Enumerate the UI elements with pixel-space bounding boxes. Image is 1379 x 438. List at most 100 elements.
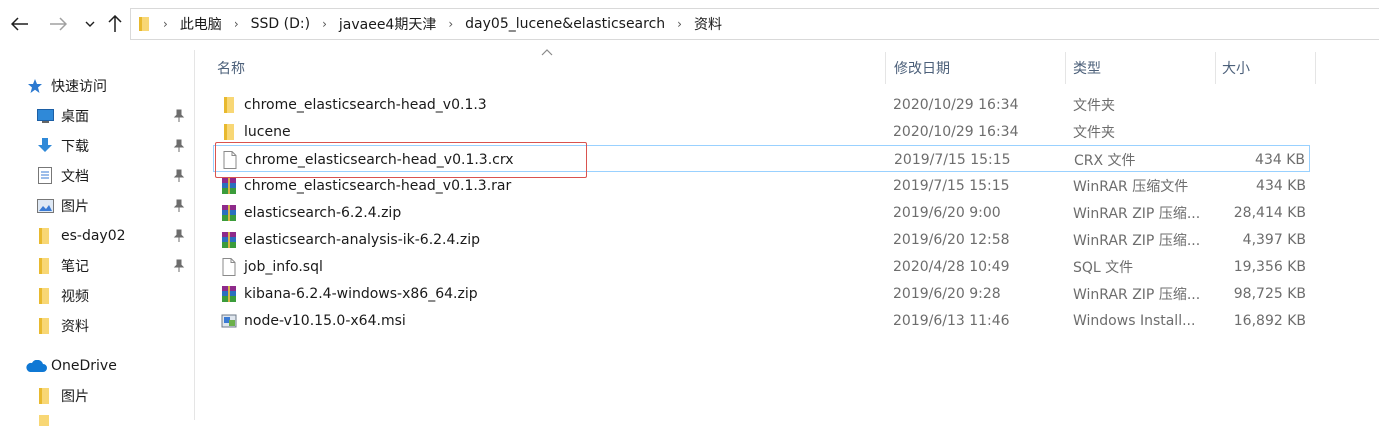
folder-icon	[39, 228, 49, 244]
file-date: 2019/6/13 11:46	[893, 312, 1010, 329]
file-type: Windows Install...	[1073, 312, 1196, 329]
folder-icon	[39, 288, 49, 304]
sidebar-item-partial[interactable]	[0, 410, 195, 438]
column-headers: 名称 修改日期 类型 大小	[196, 52, 1379, 84]
sidebar-item-label: 笔记	[61, 259, 89, 275]
sidebar-item-label: 快速访问	[51, 79, 107, 95]
file-row[interactable]: node-v10.15.0-x64.msi 2019/6/13 11:46 Wi…	[213, 307, 1310, 334]
column-header-name[interactable]: 名称	[196, 52, 886, 84]
sidebar-item-quick-access[interactable]: 快速访问	[0, 72, 195, 100]
breadcrumb-this-pc[interactable]: 此电脑	[180, 14, 222, 34]
file-type: CRX 文件	[1074, 152, 1136, 169]
sidebar-item-label: 图片	[61, 389, 89, 405]
pin-icon[interactable]	[173, 259, 185, 273]
folder-icon	[39, 388, 49, 404]
address-bar[interactable]: › 此电脑 › SSD (D:) › javaee4期天津 › day05_lu…	[130, 8, 1379, 40]
recent-locations-chevron-icon[interactable]	[78, 12, 102, 36]
file-size: 16,892 KB	[1233, 312, 1306, 329]
file-date: 2019/6/20 9:00	[893, 204, 1001, 221]
breadcrumb-drive[interactable]: SSD (D:)	[251, 16, 310, 32]
pin-icon[interactable]	[173, 109, 185, 123]
breadcrumb-separator-icon: ›	[448, 17, 454, 31]
file-date: 2019/7/15 15:15	[893, 177, 1010, 194]
sidebar-item-videos[interactable]: 视频	[0, 282, 195, 310]
pin-icon[interactable]	[173, 169, 185, 183]
up-arrow-icon[interactable]	[103, 12, 127, 36]
sidebar-item-label: es-day02	[61, 228, 126, 244]
file-row[interactable]: elasticsearch-6.2.4.zip 2019/6/20 9:00 W…	[213, 199, 1310, 226]
sidebar-item-label: 图片	[61, 199, 89, 215]
file-size: 98,725 KB	[1233, 285, 1306, 302]
winrar-icon	[222, 232, 236, 248]
winrar-icon	[222, 205, 236, 221]
sidebar-item-onedrive-pictures[interactable]: 图片	[0, 382, 195, 410]
breadcrumb-folder-day05[interactable]: day05_lucene&elasticsearch	[465, 16, 665, 32]
column-header-date[interactable]: 修改日期	[886, 52, 1066, 84]
sidebar-item-onedrive[interactable]: OneDrive	[0, 352, 195, 380]
breadcrumb-separator-icon: ›	[322, 17, 327, 31]
file-size: 19,356 KB	[1233, 258, 1306, 275]
file-row[interactable]: elasticsearch-analysis-ik-6.2.4.zip 2019…	[213, 226, 1310, 253]
navigation-bar: › 此电脑 › SSD (D:) › javaee4期天津 › day05_lu…	[0, 0, 1379, 50]
file-date: 2019/7/15 15:15	[894, 151, 1011, 168]
picture-icon	[37, 199, 54, 213]
highlight-annotation-box	[215, 142, 587, 178]
file-name: job_info.sql	[244, 258, 323, 275]
msi-installer-icon	[221, 314, 237, 328]
desktop-icon	[37, 109, 54, 123]
column-header-size[interactable]: 大小	[1216, 52, 1316, 84]
sidebar-item-label: OneDrive	[51, 358, 117, 374]
file-type: WinRAR ZIP 压缩...	[1073, 232, 1201, 249]
file-name: lucene	[244, 123, 291, 140]
folder-icon	[39, 415, 49, 426]
file-size: 434 KB	[1255, 151, 1305, 168]
file-size: 4,397 KB	[1242, 231, 1306, 248]
file-name: elasticsearch-analysis-ik-6.2.4.zip	[244, 231, 480, 248]
file-row[interactable]: job_info.sql 2020/4/28 10:49 SQL 文件 19,3…	[213, 253, 1310, 280]
file-row[interactable]: chrome_elasticsearch-head_v0.1.3 2020/10…	[213, 91, 1310, 118]
sidebar-item-label: 文档	[61, 169, 89, 185]
file-type: WinRAR 压缩文件	[1073, 178, 1189, 195]
winrar-icon	[222, 286, 236, 302]
sidebar-item-label: 资料	[61, 319, 89, 335]
sidebar-item-materials[interactable]: 资料	[0, 312, 195, 340]
pin-icon[interactable]	[173, 199, 185, 213]
back-arrow-icon[interactable]	[8, 12, 32, 36]
file-date: 2019/6/20 9:28	[893, 285, 1001, 302]
pin-icon[interactable]	[173, 139, 185, 153]
file-date: 2020/10/29 16:34	[893, 123, 1019, 140]
sidebar-item-notes[interactable]: 笔记	[0, 252, 195, 280]
sidebar-item-pictures[interactable]: 图片	[0, 192, 195, 220]
file-row[interactable]: kibana-6.2.4-windows-x86_64.zip 2019/6/2…	[213, 280, 1310, 307]
sidebar-item-label: 视频	[61, 289, 89, 305]
file-type: 文件夹	[1073, 124, 1115, 141]
sidebar-item-label: 桌面	[61, 109, 89, 125]
sidebar-item-es-day02[interactable]: es-day02	[0, 222, 195, 250]
document-icon	[38, 167, 52, 184]
file-name: chrome_elasticsearch-head_v0.1.3	[244, 96, 487, 113]
file-date: 2019/6/20 12:58	[893, 231, 1010, 248]
pin-icon[interactable]	[173, 229, 185, 243]
file-icon	[222, 258, 236, 276]
star-icon	[28, 79, 42, 93]
file-name: elasticsearch-6.2.4.zip	[244, 204, 402, 221]
file-size: 434 KB	[1256, 177, 1306, 194]
file-name: node-v10.15.0-x64.msi	[244, 312, 406, 329]
forward-arrow-icon[interactable]	[46, 12, 70, 36]
sidebar-item-desktop[interactable]: 桌面	[0, 102, 195, 130]
file-row[interactable]: lucene 2020/10/29 16:34 文件夹	[213, 118, 1310, 145]
folder-icon	[224, 97, 234, 113]
breadcrumb-separator-icon: ›	[163, 17, 168, 31]
file-date: 2020/4/28 10:49	[893, 258, 1010, 275]
file-type: WinRAR ZIP 压缩...	[1073, 286, 1201, 303]
sidebar-item-downloads[interactable]: 下载	[0, 132, 195, 160]
breadcrumb-folder-javaee[interactable]: javaee4期天津	[339, 14, 436, 34]
file-name: kibana-6.2.4-windows-x86_64.zip	[244, 285, 478, 302]
breadcrumb-folder-current[interactable]: 资料	[694, 14, 722, 34]
file-type: WinRAR ZIP 压缩...	[1073, 205, 1201, 222]
column-header-type[interactable]: 类型	[1066, 52, 1216, 84]
file-type: 文件夹	[1073, 97, 1115, 114]
sidebar-item-documents[interactable]: 文档	[0, 162, 195, 190]
folder-icon	[224, 124, 234, 140]
onedrive-cloud-icon	[26, 360, 47, 372]
